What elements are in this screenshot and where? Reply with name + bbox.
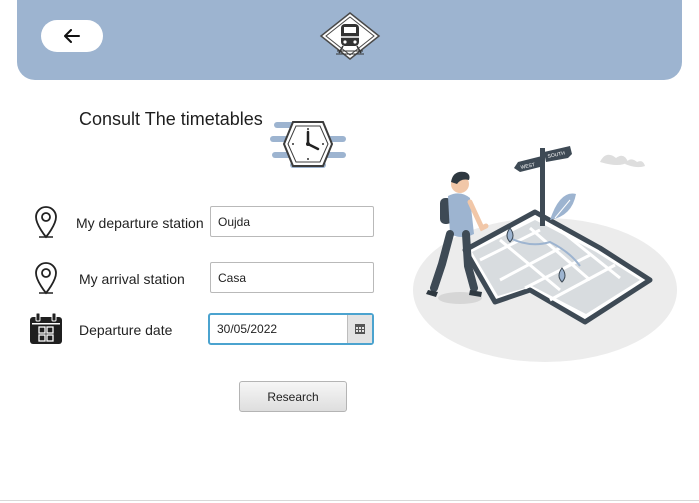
arrival-station-label: My arrival station bbox=[79, 271, 185, 287]
departure-station-label: My departure station bbox=[76, 215, 204, 231]
location-pin-icon bbox=[35, 262, 57, 295]
arrival-station-input[interactable] bbox=[210, 262, 374, 293]
clock-icon bbox=[270, 121, 346, 168]
departure-date-input[interactable] bbox=[210, 315, 347, 343]
back-button[interactable] bbox=[41, 20, 103, 52]
research-button[interactable]: Research bbox=[239, 381, 347, 412]
departure-date-picker bbox=[208, 313, 374, 345]
calendar-picker-icon bbox=[355, 324, 365, 334]
train-logo-icon bbox=[319, 12, 381, 60]
date-picker-button[interactable] bbox=[347, 315, 372, 343]
calendar-icon bbox=[30, 312, 62, 344]
timetable-screen: Consult The timetables My departure stat… bbox=[0, 0, 699, 503]
departure-date-label: Departure date bbox=[79, 322, 173, 338]
location-pin-icon bbox=[35, 206, 57, 239]
traveler-map-illustration: WEST SOUTH bbox=[413, 146, 677, 362]
departure-station-input[interactable] bbox=[210, 206, 374, 237]
page-title: Consult The timetables bbox=[79, 109, 263, 129]
bottom-divider bbox=[0, 500, 699, 501]
arrow-left-icon bbox=[64, 29, 80, 43]
